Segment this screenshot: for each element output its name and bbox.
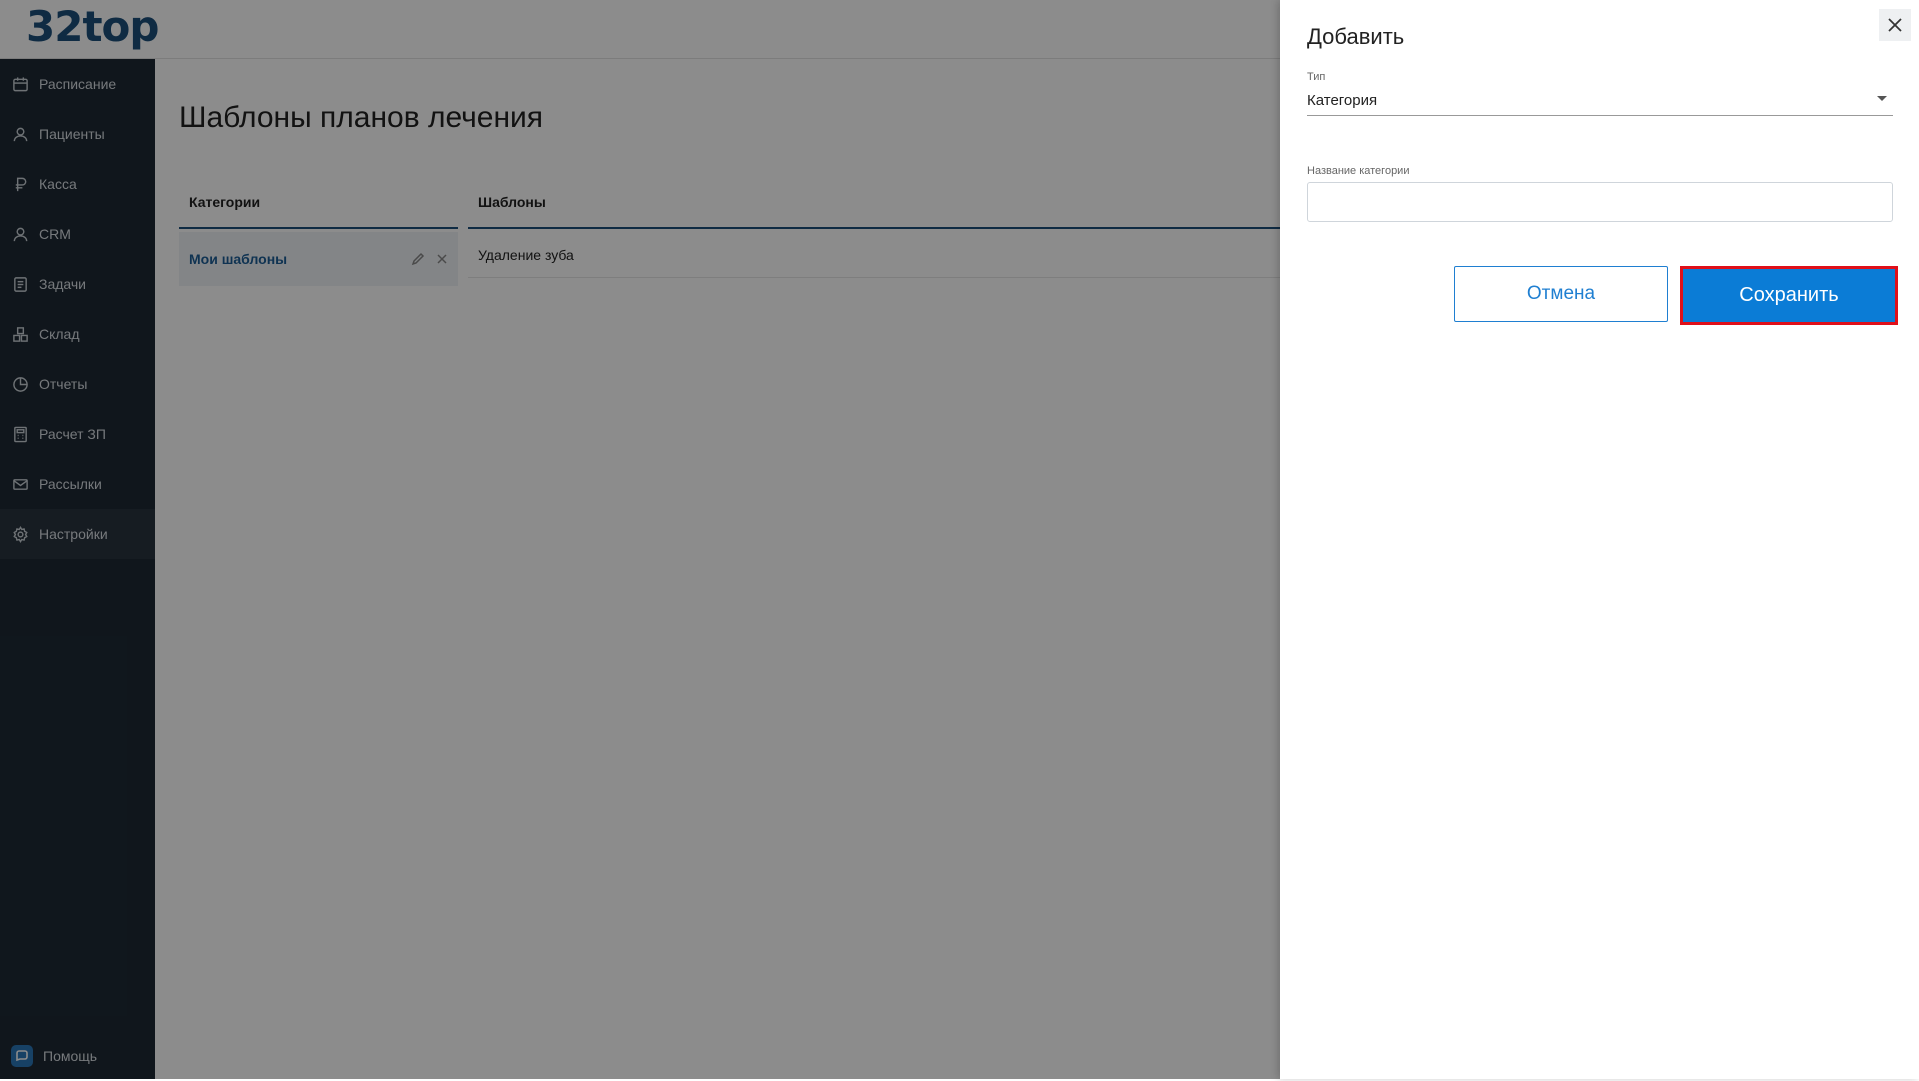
save-button[interactable]: Сохранить: [1680, 266, 1898, 325]
close-icon: [1888, 18, 1902, 32]
add-drawer: Добавить Тип Категория Название категори…: [1280, 0, 1919, 1079]
category-name-input[interactable]: [1307, 182, 1893, 222]
type-select-value: Категория: [1307, 92, 1378, 109]
type-select[interactable]: Категория: [1307, 86, 1893, 116]
drawer-title: Добавить: [1307, 24, 1405, 49]
close-button[interactable]: [1879, 9, 1911, 41]
type-label: Тип: [1307, 71, 1326, 83]
chevron-down-icon: [1877, 96, 1887, 101]
category-name-label: Название категории: [1307, 165, 1410, 177]
cancel-button[interactable]: Отмена: [1454, 266, 1668, 322]
